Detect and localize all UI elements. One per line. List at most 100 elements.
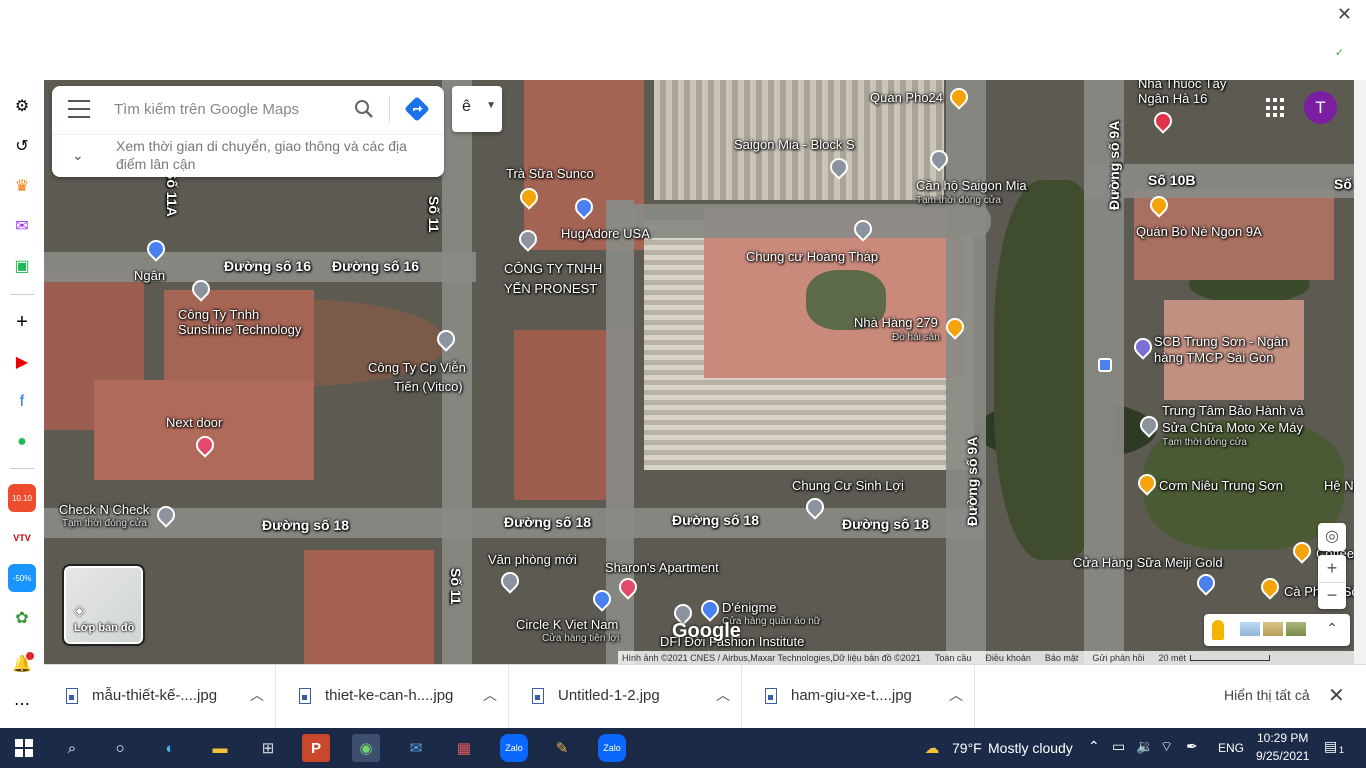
search-input[interactable] (114, 98, 334, 120)
history-icon[interactable]: ↺ (8, 132, 36, 160)
game-icon[interactable]: ▣ (8, 252, 36, 280)
search-icon[interactable]: ⌕ (58, 734, 86, 762)
scale-label[interactable]: 20 mét (1158, 653, 1270, 663)
paint-icon[interactable]: ✎ (548, 734, 576, 762)
directions-icon[interactable] (404, 96, 430, 122)
chevron-up-icon[interactable]: ︿ (483, 685, 497, 705)
place-pin-icon[interactable] (1136, 412, 1162, 438)
place-label[interactable]: Check N Check (59, 502, 149, 517)
chevron-up-icon[interactable]: ︿ (716, 685, 730, 705)
clock-time[interactable]: 10:29 PM (1257, 731, 1308, 745)
place-label[interactable]: hàng TMCP Sài Gòn (1154, 350, 1273, 365)
task-view-icon[interactable]: ○ (106, 734, 134, 762)
cafe-pin-icon[interactable] (1257, 574, 1283, 600)
place-label[interactable]: Công Ty Tnhh (178, 307, 259, 322)
place-label[interactable]: Saigon Mia - Block S (734, 137, 855, 152)
download-item[interactable]: Untitled-1-2.jpg ︿ (510, 665, 742, 729)
zoom-out-button[interactable]: − (1318, 582, 1346, 609)
global-link[interactable]: Toàn cầu (935, 653, 972, 663)
place-label[interactable]: Next door (166, 415, 222, 430)
place-label[interactable]: Circle K Viet Nam (516, 617, 618, 632)
chevron-up-icon[interactable]: ︿ (949, 685, 963, 705)
bus-stop-icon[interactable] (1098, 358, 1112, 372)
pharmacy-pin-icon[interactable] (1150, 108, 1176, 134)
weather-temp[interactable]: 79°F (952, 740, 982, 756)
imagery-thumbnail[interactable] (1263, 622, 1283, 636)
place-label[interactable]: Quán Bò Nè Ngon 9A (1136, 224, 1262, 239)
imagery-thumbnail[interactable] (1240, 622, 1260, 636)
youtube-icon[interactable]: ▶ (8, 348, 36, 376)
avatar[interactable]: T (1304, 91, 1337, 124)
place-label[interactable]: Sửa Chữa Moto Xe Máy (1162, 420, 1303, 435)
place-label[interactable]: D'énigme (722, 600, 777, 615)
spotify-icon[interactable]: ● (8, 428, 36, 456)
place-label[interactable]: Văn phòng mới (488, 552, 577, 567)
place-label[interactable]: Căn hộ Saigon Mia (916, 178, 1027, 193)
close-icon[interactable]: ✕ (1337, 4, 1352, 25)
place-label[interactable]: Ngân (134, 268, 165, 283)
map-layers-toggle[interactable]: ◈ Lớp bản đồ (62, 564, 145, 646)
download-item[interactable]: ham-giu-xe-t....jpg ︿ (743, 665, 975, 729)
place-label[interactable]: Quán Pho24 (870, 90, 943, 105)
chevron-up-icon[interactable]: ︿ (250, 685, 264, 705)
place-label[interactable]: Sharon's Apartment (605, 560, 719, 575)
weather-icon[interactable]: ☁ (918, 734, 946, 762)
crown-icon[interactable]: ♛ (8, 172, 36, 200)
place-label[interactable]: Cơm Niêu Trung Sơn (1159, 478, 1283, 493)
show-all-link[interactable]: Hiển thị tất cả (1224, 687, 1310, 703)
zalo-icon[interactable]: Zalo (598, 734, 626, 762)
nearby-hint[interactable]: ⌄ Xem thời gian di chuyển, giao thông và… (52, 134, 444, 177)
mail-icon[interactable]: ✉ (402, 734, 430, 762)
place-label[interactable]: Nhà Hàng 279 (854, 315, 938, 330)
facebook-icon[interactable]: f (8, 388, 36, 416)
my-location-button[interactable]: ◎ (1318, 523, 1346, 551)
notification-center-icon[interactable]: ▤ (1324, 738, 1337, 755)
store-icon[interactable]: ⊞ (254, 734, 282, 762)
pen-icon[interactable]: ✒ (1186, 738, 1198, 755)
app-icon[interactable]: ▦ (450, 734, 478, 762)
place-label[interactable]: Ngân Hà 16 (1138, 91, 1207, 106)
expand-up-icon[interactable]: ⌃ (1326, 620, 1338, 637)
windows-start-icon[interactable] (10, 734, 38, 762)
place-label[interactable]: YẾN PRONEST (504, 281, 597, 296)
more-icon[interactable]: ⋯ (8, 690, 36, 718)
settings-icon[interactable]: ⚙ (8, 92, 36, 120)
scrollbar[interactable] (1354, 80, 1366, 664)
privacy-link[interactable]: Bảo mật (1045, 653, 1079, 663)
shop-pin-icon[interactable] (697, 596, 723, 622)
coccoc-browser-icon[interactable]: ◉ (352, 734, 380, 762)
vtv-icon[interactable]: VTV (8, 524, 36, 552)
place-label[interactable]: Công Ty Cp Viễn (368, 360, 466, 375)
place-label[interactable]: Tiến (Vitico) (394, 379, 463, 394)
download-item[interactable]: thiet-ke-can-h....jpg ︿ (277, 665, 509, 729)
chevron-up-icon[interactable]: ⌃ (1088, 738, 1100, 755)
pegman-icon[interactable] (1212, 620, 1224, 640)
shop-pin-icon[interactable] (1193, 570, 1219, 596)
add-icon[interactable]: + (8, 308, 36, 336)
download-item[interactable]: mẫu-thiết-kế-....jpg ︿ (44, 665, 276, 729)
google-apps-icon[interactable] (1266, 98, 1286, 118)
place-label[interactable]: Nhà Thuốc Tây (1138, 80, 1226, 91)
bank-pin-icon[interactable] (1130, 334, 1156, 360)
close-icon[interactable]: ✕ (1328, 683, 1345, 708)
search-icon[interactable] (352, 97, 376, 121)
clock-date[interactable]: 9/25/2021 (1256, 749, 1309, 763)
input-tools-button[interactable]: ê ▼ (452, 86, 502, 132)
caret-down-icon[interactable]: ▼ (486, 100, 496, 111)
place-pin-icon[interactable] (497, 568, 523, 594)
volume-icon[interactable]: 🔉 (1136, 738, 1153, 755)
place-label[interactable]: Cửa Hàng Sữa Meiji Gold (1073, 555, 1223, 570)
shopee-icon[interactable]: 10.10 (8, 484, 36, 512)
menu-icon[interactable] (68, 100, 90, 118)
battery-icon[interactable]: ▭ (1112, 738, 1125, 755)
place-label[interactable]: Hệ Ngh (1324, 478, 1354, 493)
feedback-link[interactable]: Gửi phản hồi (1092, 653, 1144, 663)
imagery-thumbnail[interactable] (1286, 622, 1306, 636)
place-label[interactable]: CÔNG TY TNHH (504, 261, 602, 276)
zoom-in-button[interactable]: + (1318, 555, 1346, 582)
language-indicator[interactable]: ENG (1218, 741, 1244, 755)
place-label[interactable]: Chung Cư Sinh Lợi (792, 478, 904, 493)
place-label[interactable]: SCB Trung Sơn - Ngân (1154, 334, 1288, 349)
network-icon[interactable]: ⌔ (1160, 738, 1173, 756)
chevron-down-icon[interactable]: ⌄ (72, 147, 84, 164)
